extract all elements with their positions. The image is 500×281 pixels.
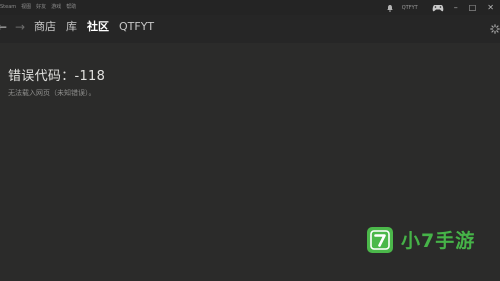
- loading-icon: [490, 23, 500, 37]
- title-bar-right: QTFYT – □ ✕: [384, 0, 500, 15]
- window-controls: – □ ✕: [454, 3, 494, 12]
- menu-games[interactable]: 游戏: [51, 4, 61, 10]
- watermark-logo: [367, 226, 393, 253]
- watermark: 小7手游: [367, 226, 475, 253]
- title-bar: Steam 视图 好友 游戏 帮助 QTFYT – □ ✕: [0, 0, 500, 15]
- nav-bar: ← → 商店 库 社区 QTFYT: [0, 15, 500, 43]
- menu-friends[interactable]: 好友: [36, 4, 46, 10]
- top-menu: Steam 视图 好友 游戏 帮助: [0, 4, 76, 10]
- maximize-button[interactable]: □: [469, 3, 477, 12]
- bell-icon[interactable]: [384, 2, 396, 14]
- nav-links: 商店 库 社区 QTFYT: [34, 20, 154, 34]
- watermark-text: 小7手游: [401, 230, 476, 252]
- nav-community[interactable]: 社区: [87, 20, 109, 34]
- error-title: 错误代码：-118: [8, 69, 106, 84]
- menu-steam[interactable]: Steam: [0, 4, 16, 10]
- close-button[interactable]: ✕: [487, 3, 494, 12]
- username[interactable]: QTFYT: [402, 5, 418, 11]
- nav-store[interactable]: 商店: [34, 20, 56, 34]
- menu-view[interactable]: 视图: [21, 4, 31, 10]
- forward-button[interactable]: →: [15, 20, 25, 34]
- back-button[interactable]: ←: [0, 20, 7, 34]
- nav-profile[interactable]: QTFYT: [119, 20, 154, 34]
- menu-help[interactable]: 帮助: [66, 4, 76, 10]
- nav-library[interactable]: 库: [66, 20, 77, 34]
- minimize-button[interactable]: –: [454, 3, 458, 12]
- controller-icon[interactable]: [432, 2, 444, 14]
- error-message: 无法载入网页（未知错误）。: [8, 89, 96, 97]
